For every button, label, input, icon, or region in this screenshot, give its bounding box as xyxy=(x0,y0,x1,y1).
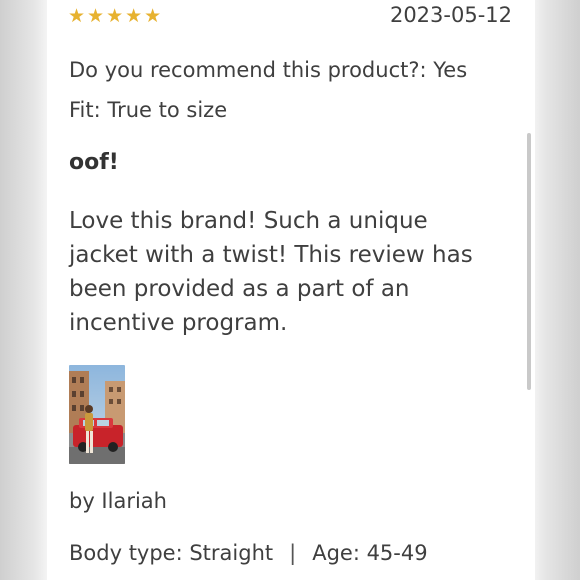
review-body: Love this brand! Such a unique jacket wi… xyxy=(69,208,473,336)
vertical-scrollbar[interactable] xyxy=(527,133,531,390)
reviewer-details: Body type: Straight | Age: 45-49 xyxy=(69,541,428,565)
review-photo-thumbnail[interactable] xyxy=(69,365,125,464)
screenshot-stage: ★★★★★ 2023-05-12 Do you recommend this p… xyxy=(0,0,580,580)
details-separator: | xyxy=(289,541,297,565)
review-date: 2023-05-12 xyxy=(389,3,512,27)
body-type: Body type: Straight xyxy=(69,541,274,565)
review-title: oof! xyxy=(69,150,119,175)
recommend-answer: Do you recommend this product?: Yes xyxy=(69,58,468,82)
age-range: Age: 45-49 xyxy=(312,541,428,565)
review-author: by Ilariah xyxy=(69,489,167,513)
fit-answer: Fit: True to size xyxy=(69,98,228,122)
review-card: ★★★★★ 2023-05-12 Do you recommend this p… xyxy=(47,0,535,580)
star-rating: ★★★★★ xyxy=(68,5,164,27)
review-photo-image xyxy=(69,365,125,464)
